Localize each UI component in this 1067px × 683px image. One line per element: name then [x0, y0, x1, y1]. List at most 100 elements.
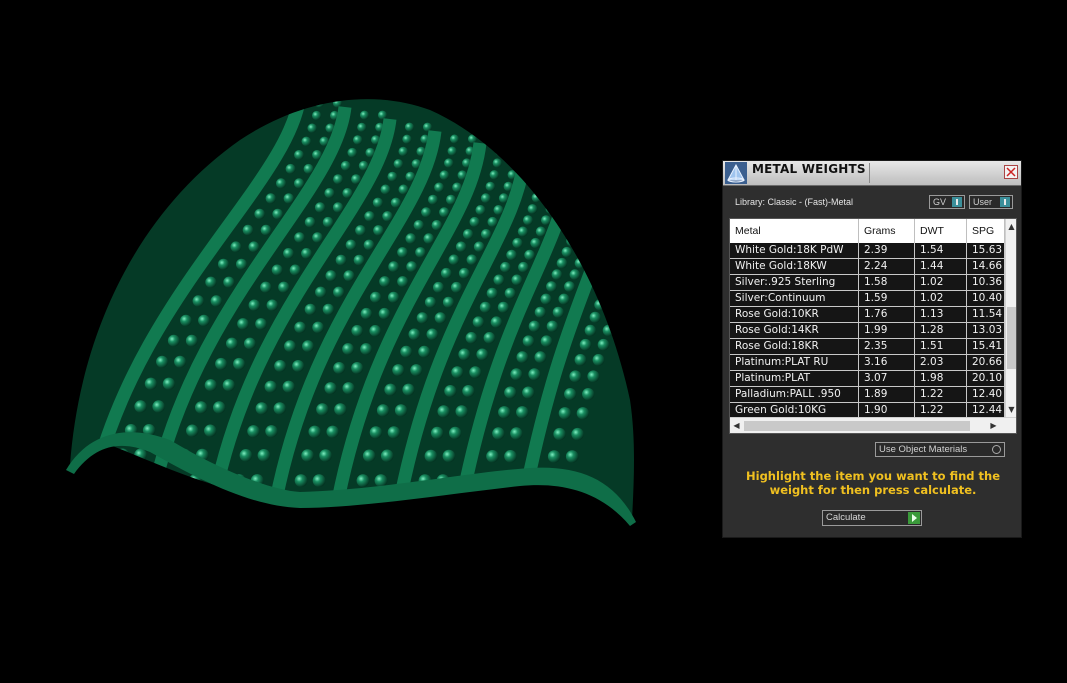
ring-bead [226, 337, 238, 350]
ring-bead [511, 274, 523, 286]
cell-dwt: 1.44 [915, 259, 967, 274]
ring-bead [571, 427, 584, 441]
ring-bead [506, 249, 517, 261]
table-row[interactable]: Silver:.925 Sterling 1.58 1.02 10.36 [730, 275, 1005, 291]
ring-bead [342, 382, 355, 395]
ring-bead [134, 448, 147, 462]
scroll-left-icon[interactable]: ◀ [731, 420, 742, 431]
ring-bead [353, 135, 363, 145]
ring-bead [402, 134, 412, 144]
ring-bead [326, 425, 339, 438]
ring-bead [314, 202, 326, 213]
column-header-metal[interactable]: Metal [730, 219, 859, 243]
ring-bead [522, 335, 535, 348]
ring-bead [583, 182, 593, 192]
ring-bead [186, 424, 199, 437]
ring-bead [254, 208, 265, 220]
user-toggle[interactable]: User [969, 195, 1013, 209]
ring-bead [289, 264, 301, 276]
radio-icon [992, 445, 1001, 454]
ring-bead [266, 299, 278, 311]
vertical-scrollbar[interactable]: ▲ ▼ [1005, 219, 1016, 417]
close-icon [1006, 167, 1016, 177]
ring-bead [390, 197, 401, 208]
gv-toggle[interactable]: GV [929, 195, 965, 209]
ring-bead [342, 188, 353, 199]
pyramid-logo-icon [725, 162, 747, 184]
ring-bead [380, 184, 391, 195]
calculate-button[interactable]: Calculate [822, 510, 922, 526]
table-row[interactable]: Green Gold:10KG 1.90 1.22 12.44 [730, 403, 1005, 417]
ring-bead [546, 281, 557, 292]
table-row[interactable]: Platinum:PLAT 3.07 1.98 20.10 [730, 371, 1005, 387]
cell-dwt: 1.51 [915, 339, 967, 354]
3d-viewport[interactable] [0, 0, 700, 683]
table-row[interactable]: Rose Gold:14KR 1.99 1.28 13.03 [730, 323, 1005, 339]
table-row[interactable]: White Gold:18KW 2.24 1.44 14.66 [730, 259, 1005, 275]
ring-bead [204, 424, 217, 437]
ring-bead [405, 233, 417, 244]
library-label: Library: Classic - (Fast)-Metal [735, 197, 854, 207]
ring-bead [312, 321, 324, 334]
ring-bead [265, 193, 276, 204]
ring-bead [558, 158, 567, 168]
column-header-dwt[interactable]: DWT [915, 219, 967, 243]
panel-titlebar[interactable]: METAL WEIGHTS [723, 161, 1021, 186]
ring-bead [472, 316, 485, 328]
column-header-grams[interactable]: Grams [859, 219, 915, 243]
scroll-right-icon[interactable]: ▶ [988, 420, 999, 431]
ring-bead [284, 340, 296, 353]
ring-bead [307, 123, 317, 133]
cell-grams: 2.35 [859, 339, 915, 354]
ring-bead [378, 110, 387, 120]
column-header-spg[interactable]: SPG [967, 219, 1005, 243]
cell-dwt: 1.28 [915, 323, 967, 338]
vertical-scroll-thumb[interactable] [1007, 307, 1016, 369]
table-row[interactable]: Palladium:PALL .950 1.89 1.22 12.40 [730, 387, 1005, 403]
ring-bead [598, 287, 610, 299]
cell-dwt: 1.98 [915, 371, 967, 386]
metal-table[interactable]: Metal Grams DWT SPG White Gold:18K PdW 2.… [729, 218, 1017, 434]
cell-grams: 1.58 [859, 275, 915, 290]
ring-bead [376, 404, 390, 417]
ring-bead [355, 225, 366, 236]
ring-bead [469, 216, 480, 228]
ring-bead [413, 220, 424, 231]
ring-bead [569, 370, 582, 383]
ring-bead [480, 193, 491, 204]
ring-bead [340, 160, 351, 171]
close-button[interactable] [1004, 165, 1018, 179]
scroll-down-icon[interactable]: ▼ [1006, 404, 1016, 415]
ring-bead [424, 296, 437, 308]
ring-bead [242, 224, 254, 236]
ring-bead [561, 246, 572, 258]
table-row[interactable]: White Gold:18K PdW 2.39 1.54 15.63 [730, 243, 1005, 259]
use-object-materials-toggle[interactable]: Use Object Materials [875, 442, 1005, 457]
ring-bead [486, 450, 499, 463]
table-row[interactable]: Silver:Continuum 1.59 1.02 10.40 [730, 291, 1005, 307]
ring-bead [592, 354, 605, 366]
ring-bead [315, 286, 327, 298]
ring-bead [370, 291, 382, 303]
ring-bead [314, 99, 324, 108]
ring-bead [294, 150, 304, 160]
table-row[interactable]: Rose Gold:18KR 2.35 1.51 15.41 [730, 339, 1005, 355]
horizontal-scroll-thumb[interactable] [744, 421, 970, 431]
ring-bead [274, 360, 287, 372]
ring-bead [522, 386, 535, 399]
table-body: White Gold:18K PdW 2.39 1.54 15.63 White Gol… [730, 243, 1005, 417]
ring-bead [319, 449, 332, 462]
horizontal-scrollbar[interactable]: ◀ ▶ [730, 417, 1016, 433]
ring-bead [440, 267, 452, 279]
ring-bead [473, 241, 485, 253]
ring-bead [248, 241, 260, 253]
scroll-up-icon[interactable]: ▲ [1006, 221, 1016, 232]
ring-bead [616, 287, 628, 299]
table-row[interactable]: Platinum:PLAT RU 3.16 2.03 20.66 [730, 355, 1005, 371]
table-row[interactable]: Rose Gold:10KR 1.76 1.13 11.54 [730, 307, 1005, 323]
ring-bead [210, 295, 222, 307]
ring-bead [513, 146, 522, 156]
ring-bead [272, 208, 284, 220]
ring-bead [276, 178, 287, 189]
ring-bead [610, 255, 622, 267]
